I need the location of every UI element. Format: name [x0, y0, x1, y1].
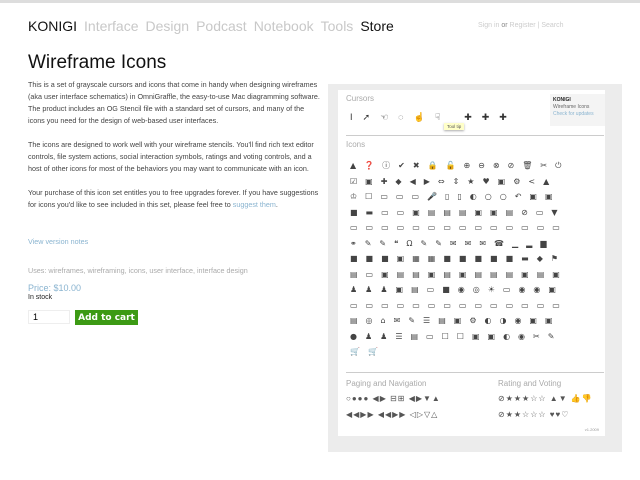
cursor-icon: ✚: [464, 112, 472, 122]
top-bar: [0, 0, 640, 3]
icon-row: ▲❓ⓘ✔✖🔒🔓⊕⊖⊗⊘🗑✂⏻: [350, 161, 570, 170]
desc-paragraph: The icons are designed to work well with…: [28, 140, 314, 173]
tags-text: Uses: wireframes, wireframing, icons, us…: [28, 266, 248, 275]
desc-paragraph: Your purchase of this icon set entitles …: [28, 187, 320, 211]
cursor-icon: ☝: [413, 112, 425, 122]
icon-row: ▤▭▣▤▤▣▤▣▤▤▤▣▤▣: [350, 269, 568, 279]
divider: [346, 135, 604, 136]
nav-notebook[interactable]: Notebook: [254, 18, 314, 34]
or-text: or: [501, 22, 508, 29]
cursor-icon: ☜: [380, 112, 389, 122]
icon-row: ●♟♟☰▤▭☐☐▣▣◐◉✂✎: [350, 331, 563, 341]
price: Price: $10.00: [28, 283, 82, 293]
page-title: Wireframe Icons: [28, 52, 167, 73]
icons-heading: Icons: [346, 140, 366, 149]
konigi-title: KONIGI: [553, 97, 571, 103]
icon-row: ▭▭▭▭▭▭▭▭▭▭▭▭▭▭: [350, 300, 568, 310]
cursor-icon: ☟: [434, 112, 441, 122]
cursor-row: I ➚ ☜ ◌ ☝ ☟ ✚ ✚ ✚: [350, 112, 507, 123]
konigi-widget: KONIGI Wireframe Icons Check for updates: [550, 94, 605, 126]
cursor-icon: ✚: [481, 112, 490, 122]
user-links: Sign in or Register | Search: [478, 22, 564, 29]
nav-tools[interactable]: Tools: [321, 18, 354, 34]
rating-icons-row: ⊘★★★☆☆ ▲▼ 👍👎: [498, 394, 593, 403]
add-to-cart-button[interactable]: Add to cart: [75, 310, 138, 325]
paging-icons-row: ○●●● ◀▶ ⊟⊞ ◀▶▼▲: [346, 394, 441, 403]
icon-row: ▭▭▭▭▭▭▭▭▭▭▭▭▭▭: [350, 223, 568, 232]
icon-row: ⚭✎✎❝Ω✎✎✉✉✉☎▁▂▆: [350, 238, 555, 248]
rating-heading: Rating and Voting: [498, 379, 562, 388]
cursors-heading: Cursors: [346, 94, 375, 103]
icon-row: ▤◎⌂✉✎☰▤▣⚙◐◑◉▣▣: [350, 316, 561, 325]
main-nav: KONIGI Interface Design Podcast Notebook…: [28, 18, 394, 34]
version-footer: v1.2009: [584, 427, 599, 432]
desc-end: .: [275, 200, 278, 209]
icon-row: ■▬▭▭▣▤▤▤▣▣▤⊘▭▼: [350, 207, 566, 217]
nav-podcast[interactable]: Podcast: [196, 18, 247, 34]
check-updates-link[interactable]: Check for updates: [553, 111, 594, 117]
icon-row: 🛒🛒: [350, 347, 386, 356]
konigi-subtitle: Wireframe Icons: [553, 104, 590, 110]
tooltip: Tool tip: [444, 123, 465, 130]
icon-grid: ▲❓ⓘ✔✖🔒🔓⊕⊖⊗⊘🗑✂⏻ ☑▣✚◆◀▶⇔⇕★♥▣⚙<▲ ♔☐▭▭▭🎤▯▯◐○○↶…: [350, 158, 600, 360]
icon-row: ♟♟♟▣▤▭■◉◎☀▭◉◉▣: [350, 285, 564, 294]
preview-panel: Cursors I ➚ ☜ ◌ ☝ ☟ ✚ ✚ ✚ Tool tip KONIGI Wirefr…: [328, 84, 622, 452]
register-link[interactable]: Register: [510, 22, 536, 29]
nav-store[interactable]: Store: [360, 18, 393, 34]
paging-heading: Paging and Navigation: [346, 379, 427, 388]
cursor-icon: ✚: [499, 112, 507, 122]
icon-row: ■■■▣▦▦■■■■■▬◆⚑: [350, 254, 567, 263]
search-link[interactable]: Search: [541, 22, 563, 29]
desc-paragraph: This is a set of grayscale cursors and i…: [28, 80, 320, 125]
product-description: This is a set of grayscale cursors and i…: [28, 79, 320, 223]
brand-logo[interactable]: KONIGI: [28, 18, 77, 34]
nav-design[interactable]: Design: [146, 18, 190, 34]
icon-row: ♔☐▭▭▭🎤▯▯◐○○↶▣▣: [350, 192, 561, 201]
sign-in-link[interactable]: Sign in: [478, 22, 499, 29]
cursor-icon: ◌: [398, 112, 404, 122]
stock-status: In stock: [28, 294, 53, 301]
rating-icons-row: ⊘★★☆☆☆ ♥♥♡: [498, 410, 570, 419]
suggest-link[interactable]: suggest them: [233, 200, 276, 209]
divider: [346, 372, 604, 373]
version-notes-link[interactable]: View version notes: [28, 237, 88, 246]
icon-row: ☑▣✚◆◀▶⇔⇕★♥▣⚙<▲: [350, 176, 558, 186]
separator: |: [537, 22, 540, 29]
preview-card: Cursors I ➚ ☜ ◌ ☝ ☟ ✚ ✚ ✚ Tool tip KONIGI Wirefr…: [338, 90, 605, 436]
cursor-icon: I: [350, 112, 353, 122]
cursor-icon: ➚: [362, 112, 371, 122]
quantity-input[interactable]: [28, 310, 70, 324]
paging-icons-row: ◀◀▶▶ ◀◀▶▶ ◁▷▽△: [346, 410, 439, 419]
nav-interface[interactable]: Interface: [84, 18, 138, 34]
